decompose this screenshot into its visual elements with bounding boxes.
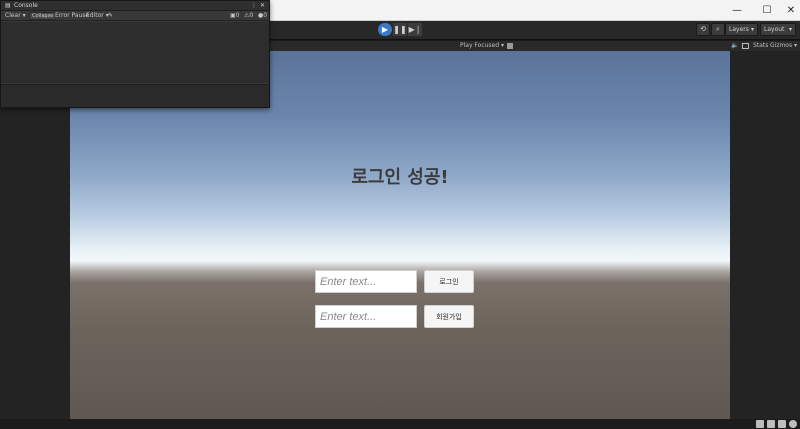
warning-filter[interactable]: ⚠0 bbox=[244, 11, 253, 21]
console-tab-bar: ▤ Console ⋮ ✕ bbox=[1, 1, 269, 11]
chevron-down-icon: ▾ bbox=[788, 26, 792, 33]
gizmos-dropdown[interactable]: Gizmos ▾ bbox=[770, 41, 797, 51]
status-bar bbox=[0, 419, 800, 429]
console-toolbar: Clear ▾ Collapse Error Pause Editor ▾ ✎ … bbox=[1, 11, 269, 21]
console-log-list[interactable] bbox=[1, 22, 269, 83]
layers-label: Layers bbox=[729, 26, 749, 33]
stats-button[interactable]: Stats bbox=[753, 41, 768, 51]
display-icon[interactable] bbox=[742, 43, 749, 49]
username-input[interactable]: Enter text... bbox=[315, 270, 417, 293]
error-count: 0 bbox=[263, 12, 268, 19]
console-title[interactable]: Console bbox=[14, 1, 38, 11]
chevron-down-icon: ▾ bbox=[750, 26, 754, 33]
mute-icon[interactable] bbox=[507, 43, 513, 49]
play-button[interactable]: ▶ bbox=[378, 23, 392, 36]
history-icon[interactable]: ⟲ bbox=[696, 23, 710, 36]
log-filter[interactable]: ▣0 bbox=[230, 11, 240, 21]
pin-icon[interactable]: ✎ bbox=[108, 11, 113, 21]
right-panel bbox=[730, 51, 800, 419]
layout-label: Layout bbox=[764, 26, 785, 33]
more-options-icon[interactable]: ⋮ bbox=[251, 1, 257, 11]
warning-count: 0 bbox=[249, 12, 254, 19]
minimize-button[interactable]: — bbox=[722, 0, 752, 21]
console-icon: ▤ bbox=[5, 2, 11, 9]
bake-icon[interactable] bbox=[756, 420, 764, 428]
collapse-button[interactable]: Collapse bbox=[29, 12, 57, 20]
debug-icon[interactable] bbox=[767, 420, 775, 428]
unity-editor-window: — ☐ ✕ ▶ ❚❚ ▶❘ ⟲ ⌕ Layers ▾ Layout ▾ Play… bbox=[0, 0, 800, 429]
signup-button[interactable]: 회원가입 bbox=[424, 305, 474, 328]
close-console-icon[interactable]: ✕ bbox=[260, 1, 265, 11]
password-input[interactable]: Enter text... bbox=[315, 305, 417, 328]
layers-dropdown[interactable]: Layers ▾ bbox=[725, 23, 758, 36]
play-mode-label: Play Focused bbox=[460, 42, 500, 49]
login-success-title: 로그인 성공! bbox=[351, 167, 449, 188]
log-count: 0 bbox=[235, 12, 240, 19]
gizmos-label: Gizmos bbox=[770, 42, 793, 49]
login-button[interactable]: 로그인 bbox=[424, 270, 474, 293]
step-button[interactable]: ▶❘ bbox=[408, 23, 422, 36]
editor-dropdown[interactable]: Editor ▾ bbox=[86, 11, 109, 21]
error-pause-button[interactable]: Error Pause bbox=[55, 11, 89, 21]
fullscreen-icon[interactable] bbox=[778, 420, 786, 428]
chevron-down-icon: ▾ bbox=[22, 12, 26, 19]
username-placeholder: Enter text... bbox=[320, 276, 377, 288]
console-detail-pane[interactable] bbox=[1, 84, 269, 107]
error-filter[interactable]: ●0 bbox=[258, 11, 267, 21]
chevron-down-icon: ▾ bbox=[500, 42, 504, 49]
console-window: ▤ Console ⋮ ✕ Clear ▾ Collapse Error Pau… bbox=[0, 0, 270, 108]
password-placeholder: Enter text... bbox=[320, 311, 377, 323]
editor-label: Editor bbox=[86, 12, 104, 19]
play-mode-dropdown[interactable]: Play Focused ▾ bbox=[460, 41, 504, 51]
clear-dropdown[interactable]: Clear ▾ bbox=[5, 11, 26, 21]
audio-icon[interactable]: 🔈 bbox=[731, 41, 738, 51]
close-window-button[interactable]: ✕ bbox=[776, 0, 800, 21]
pause-button[interactable]: ❚❚ bbox=[393, 23, 407, 36]
chevron-down-icon: ▾ bbox=[794, 42, 798, 49]
settings-icon[interactable] bbox=[789, 420, 797, 428]
clear-label: Clear bbox=[5, 12, 21, 19]
layout-dropdown[interactable]: Layout ▾ bbox=[760, 23, 796, 36]
search-icon[interactable]: ⌕ bbox=[711, 23, 725, 36]
